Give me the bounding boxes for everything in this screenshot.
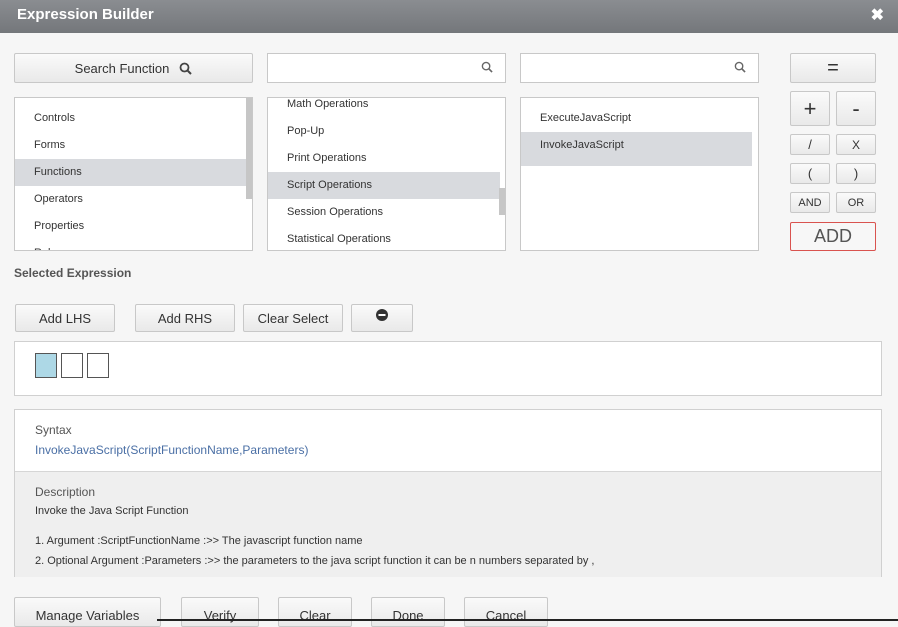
description-text: Invoke the Java Script Function	[35, 505, 189, 517]
verify-button[interactable]: Verify	[181, 597, 259, 627]
search-function-label: Search Function	[74, 60, 170, 76]
operation-search-field[interactable]	[267, 53, 506, 83]
or-button[interactable]: OR	[836, 192, 876, 213]
expression-area[interactable]	[14, 341, 882, 396]
selected-expression-label: Selected Expression	[14, 266, 132, 280]
add-button[interactable]: ADD	[790, 222, 876, 251]
search-icon	[179, 62, 193, 75]
operation-item-print[interactable]: Print Operations	[268, 145, 500, 172]
category-item-properties[interactable]: Properties	[15, 213, 247, 240]
cancel-button[interactable]: Cancel	[464, 597, 548, 627]
plus-button[interactable]: +	[790, 91, 830, 126]
close-icon[interactable]: ✖	[871, 5, 884, 25]
done-button[interactable]: Done	[371, 597, 445, 627]
operation-item-math[interactable]: Math Operations	[268, 98, 500, 118]
function-search-field[interactable]	[520, 53, 759, 83]
clear-select-button[interactable]: Clear Select	[243, 304, 343, 332]
operation-list[interactable]: Math Operations Pop-Up Print Operations …	[267, 97, 506, 251]
expression-slot-active[interactable]	[35, 353, 57, 378]
open-paren-button[interactable]: (	[790, 163, 830, 184]
minus-circle-icon	[376, 309, 388, 321]
expression-slot[interactable]	[87, 353, 109, 378]
close-paren-button[interactable]: )	[836, 163, 876, 184]
category-item-controls[interactable]: Controls	[15, 105, 247, 132]
add-rhs-button[interactable]: Add RHS	[135, 304, 235, 332]
syntax-value: InvokeJavaScript(ScriptFunctionName,Para…	[35, 443, 309, 457]
remove-button[interactable]	[351, 304, 413, 332]
category-item-operators[interactable]: Operators	[15, 186, 247, 213]
operation-item-script[interactable]: Script Operations	[268, 172, 500, 199]
clear-button[interactable]: Clear	[278, 597, 352, 627]
multiply-button[interactable]: X	[836, 134, 876, 155]
expression-slot[interactable]	[61, 353, 83, 378]
function-search-input[interactable]	[527, 55, 731, 83]
category-scrollbar[interactable]	[246, 98, 252, 199]
info-panel: Syntax InvokeJavaScript(ScriptFunctionNa…	[14, 409, 882, 577]
description-section: Description Invoke the Java Script Funct…	[15, 471, 881, 577]
operation-scrollbar[interactable]	[499, 188, 505, 215]
syntax-label: Syntax	[35, 423, 72, 437]
description-label: Description	[35, 485, 96, 499]
operation-item-statistical[interactable]: Statistical Operations	[268, 226, 500, 250]
category-item-functions[interactable]: Functions	[15, 159, 247, 186]
description-arg-1: 1. Argument :ScriptFunctionName :>> The …	[35, 535, 363, 547]
add-lhs-button[interactable]: Add LHS	[15, 304, 115, 332]
description-arg-2: 2. Optional Argument :Parameters :>> the…	[35, 555, 595, 567]
category-list[interactable]: Controls Forms Functions Operators Prope…	[14, 97, 253, 251]
operation-item-popup[interactable]: Pop-Up	[268, 118, 500, 145]
title-bar: Expression Builder ✖	[0, 0, 898, 33]
operation-search-input[interactable]	[274, 55, 478, 83]
search-function-button[interactable]: Search Function	[14, 53, 253, 83]
manage-variables-button[interactable]: Manage Variables	[14, 597, 161, 627]
category-item-rules[interactable]: Rules	[15, 240, 247, 250]
function-item-execute-javascript[interactable]: ExecuteJavaScript	[521, 105, 752, 132]
and-button[interactable]: AND	[790, 192, 830, 213]
operation-item-session[interactable]: Session Operations	[268, 199, 500, 226]
minus-button[interactable]: -	[836, 91, 876, 126]
divide-button[interactable]: /	[790, 134, 830, 155]
equals-button[interactable]: =	[790, 53, 876, 83]
function-item-invoke-javascript[interactable]: InvokeJavaScript	[521, 132, 752, 166]
function-list[interactable]: ExecuteJavaScript InvokeJavaScript	[520, 97, 759, 251]
category-item-forms[interactable]: Forms	[15, 132, 247, 159]
search-icon[interactable]	[734, 61, 746, 73]
window-title: Expression Builder	[17, 6, 154, 23]
search-icon[interactable]	[481, 61, 493, 73]
